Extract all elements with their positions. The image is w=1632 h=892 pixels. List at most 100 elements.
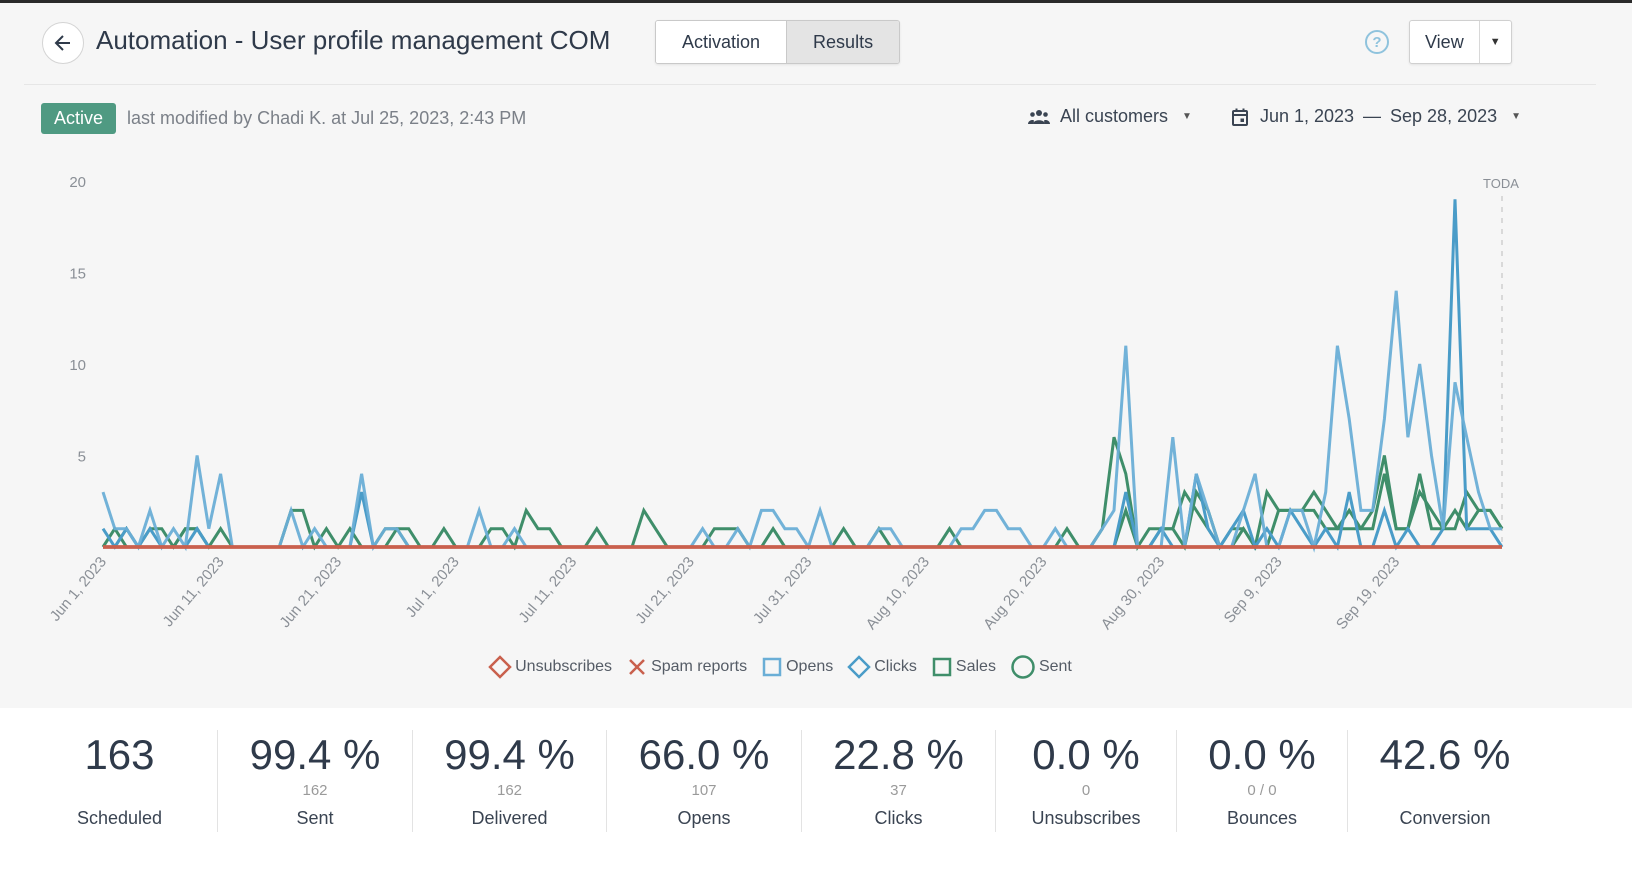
stat-label: Bounces	[1226, 808, 1298, 828]
tab-results[interactable]: Results	[786, 21, 900, 63]
view-caret-button[interactable]: ▼	[1478, 21, 1511, 63]
stat-delivered: 99.4 % 162 Delivered	[413, 730, 607, 832]
stat-clicks: 22.8 % 37 Clicks	[802, 730, 996, 832]
question-circle-icon[interactable]: ?	[1365, 30, 1389, 54]
y-tick-label: 5	[78, 449, 86, 466]
legend-item-sent[interactable]: Sent	[1010, 654, 1072, 680]
stat-sent: 99.4 % 162 Sent	[218, 730, 413, 832]
view-button[interactable]: View	[1410, 21, 1479, 63]
stat-label: Sent	[296, 808, 334, 828]
results-line-chart: 5 10 15 20 Jun 1, 2023 Jun 11, 2023 Jun 21, 2…	[47, 174, 1520, 633]
x-tick-label: Aug 10, 2023	[863, 554, 933, 633]
x-tick-label: Jul 21, 2023	[632, 554, 698, 628]
x-tick-label: Sep 9, 2023	[1221, 554, 1286, 627]
stat-opens: 66.0 % 107 Opens	[607, 730, 802, 832]
y-tick-label: 10	[69, 357, 86, 374]
circle-icon	[1010, 654, 1039, 680]
legend-item-clicks[interactable]: Clicks	[847, 654, 917, 680]
date-start: Jun 1, 2023	[1259, 106, 1355, 126]
date-end: Sep 28, 2023	[1390, 106, 1498, 126]
legend-label: Sent	[1038, 658, 1072, 675]
legend-item-unsubscribes[interactable]: Unsubscribes	[488, 654, 612, 680]
chart-filters: All customers ▼ Jun 1, 2023 — Sep 28, 20…	[1028, 106, 1521, 127]
page-header: Automation - User profile management COM…	[24, 3, 1596, 85]
x-tick-label: Sep 19, 2023	[1333, 554, 1403, 633]
stat-value: 99.4 %	[444, 731, 575, 778]
caret-down-icon: ▼	[1489, 36, 1501, 48]
chart-legend: Unsubscribes Spam reports Opens Clicks Sales…	[0, 654, 1560, 680]
x-icon	[626, 656, 651, 678]
x-tick-label: Jul 11, 2023	[515, 554, 580, 627]
diamond-icon	[847, 655, 874, 679]
stat-label: Scheduled	[76, 808, 163, 828]
stat-value: 163	[84, 731, 155, 778]
status-row: Active last modified by Chadi K. at Jul …	[41, 103, 526, 134]
x-tick-label: Jun 1, 2023	[47, 554, 110, 625]
stat-value: 0.0 %	[1032, 731, 1140, 778]
x-tick-label: Jul 1, 2023	[403, 554, 463, 621]
y-tick-label: 20	[69, 174, 86, 191]
x-tick-label: Aug 20, 2023	[980, 554, 1050, 633]
legend-item-spam-reports[interactable]: Spam reports	[626, 654, 747, 680]
series-line-opens	[101, 290, 1502, 553]
legend-label: Spam reports	[651, 658, 748, 675]
arrow-left-icon	[54, 35, 70, 51]
legend-label: Clicks	[874, 658, 917, 675]
stat-value: 0.0 %	[1208, 731, 1316, 778]
stat-value: 22.8 %	[833, 731, 964, 778]
stat-label: Delivered	[471, 808, 548, 828]
view-tabs: Activation Results	[655, 20, 901, 64]
back-button[interactable]	[42, 22, 84, 64]
y-tick-label: 15	[69, 266, 86, 283]
stat-count: 107	[691, 782, 717, 799]
x-tick-label: Jul 31, 2023	[750, 554, 816, 628]
legend-label: Unsubscribes	[515, 658, 613, 675]
legend-label: Sales	[955, 658, 996, 675]
view-dropdown: View ▼	[1409, 20, 1512, 64]
x-tick-label: Jun 21, 2023	[276, 554, 345, 631]
stat-label: Opens	[677, 808, 731, 828]
chart-series	[101, 199, 1504, 553]
caret-down-icon: ▼	[1182, 111, 1192, 122]
today-label: TODA	[1483, 176, 1519, 191]
legend-item-sales[interactable]: Sales	[931, 654, 996, 680]
square-icon	[761, 656, 786, 678]
x-tick-label: Jun 11, 2023	[160, 554, 228, 631]
series-line-clicks	[101, 199, 1504, 551]
stat-count: 162	[302, 782, 328, 799]
x-tick-label: Aug 30, 2023	[1098, 554, 1168, 633]
stat-count: 0 / 0	[1247, 782, 1277, 799]
stats-summary: 163 Scheduled 99.4 % 162 Sent 99.4 % 162 Delive…	[0, 708, 1632, 892]
tab-activation[interactable]: Activation	[656, 21, 787, 63]
stat-scheduled: 163 Scheduled	[22, 730, 218, 832]
audience-filter[interactable]: All customers ▼	[1028, 106, 1192, 127]
audience-label: All customers	[1060, 106, 1169, 126]
today-marker: TODA	[1483, 176, 1519, 547]
legend-item-opens[interactable]: Opens	[761, 654, 833, 680]
stat-label: Clicks	[874, 808, 923, 828]
stat-value: 42.6 %	[1379, 731, 1511, 778]
diamond-icon	[488, 655, 515, 679]
stat-label: Unsubscribes	[1031, 808, 1141, 828]
stat-count: 0	[1081, 782, 1091, 799]
y-axis: 5 10 15 20	[69, 174, 86, 466]
stat-unsubscribes: 0.0 % 0 Unsubscribes	[996, 730, 1177, 832]
page-title: Automation - User profile management COM	[96, 25, 611, 55]
calendar-icon	[1231, 108, 1248, 126]
caret-down-icon: ▼	[1511, 111, 1522, 122]
stat-value: 66.0 %	[638, 731, 770, 778]
status-badge: Active	[41, 103, 117, 134]
stat-bounces: 0.0 % 0 / 0 Bounces	[1177, 730, 1348, 832]
legend-label: Opens	[786, 658, 834, 675]
stat-count: 37	[890, 782, 907, 799]
x-axis: Jun 1, 2023 Jun 11, 2023 Jun 21, 2023 Jul 1…	[47, 554, 1404, 633]
users-icon	[1028, 109, 1050, 124]
stat-conversion: 42.6 % Conversion	[1348, 730, 1542, 832]
date-separator: —	[1363, 106, 1382, 126]
stat-value: 99.4 %	[249, 731, 381, 778]
last-modified-text: last modified by Chadi K. at Jul 25, 202…	[127, 108, 527, 128]
square-icon	[931, 656, 956, 678]
stat-label: Conversion	[1399, 808, 1491, 828]
stat-count: 162	[496, 782, 523, 799]
date-range-filter[interactable]: Jun 1, 2023 — Sep 28, 2023 ▼	[1231, 106, 1522, 127]
